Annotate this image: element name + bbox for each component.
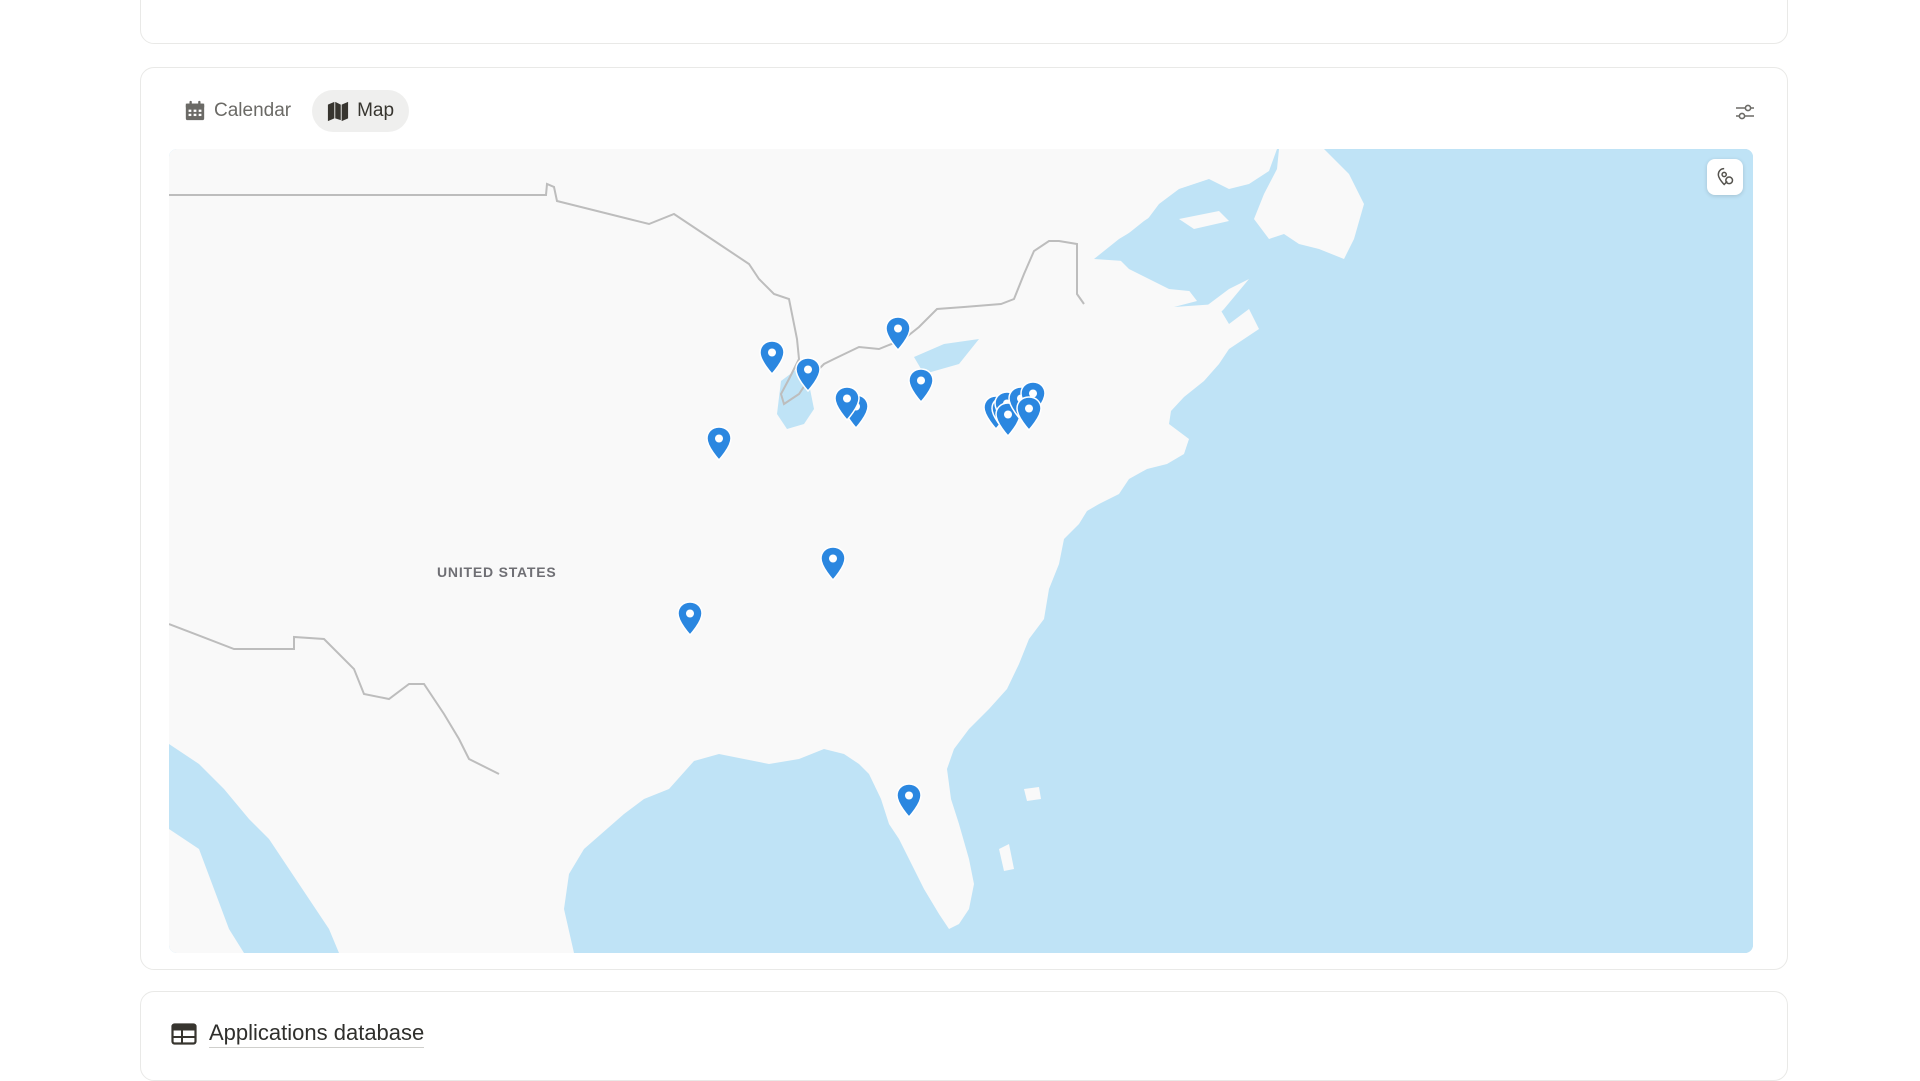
map-pin[interactable] (757, 339, 787, 377)
tab-map-label: Map (357, 100, 395, 121)
map-pin[interactable] (704, 425, 734, 463)
map-pin[interactable] (793, 356, 823, 394)
map[interactable]: UNITED STATES (169, 149, 1753, 953)
map-pin[interactable] (1014, 395, 1044, 433)
location-pin-icon (1717, 167, 1734, 186)
map-pin[interactable] (894, 782, 924, 820)
table-icon (171, 1023, 197, 1045)
tab-calendar-label: Calendar (214, 100, 292, 121)
map-pin[interactable] (832, 385, 862, 423)
tab-map[interactable]: Map (312, 90, 410, 132)
database-link[interactable]: Applications database (171, 1020, 425, 1048)
map-pin[interactable] (818, 545, 848, 583)
view-tabs: Calendar Map (169, 90, 410, 132)
view-settings-icon[interactable] (1733, 100, 1757, 124)
database-title: Applications database (209, 1020, 425, 1048)
map-pin[interactable] (906, 367, 936, 405)
country-label: UNITED STATES (437, 564, 557, 580)
top-card (140, 0, 1788, 44)
locate-button[interactable] (1707, 159, 1743, 195)
map-pin[interactable] (883, 315, 913, 353)
map-icon (328, 101, 349, 122)
tab-calendar[interactable]: Calendar (169, 90, 306, 132)
calendar-icon (185, 100, 205, 121)
map-basemap (169, 149, 1753, 953)
map-pin[interactable] (675, 600, 705, 638)
map-view-card: Calendar Map UNITED STATES (140, 67, 1788, 970)
database-card: Applications database (140, 991, 1788, 1081)
